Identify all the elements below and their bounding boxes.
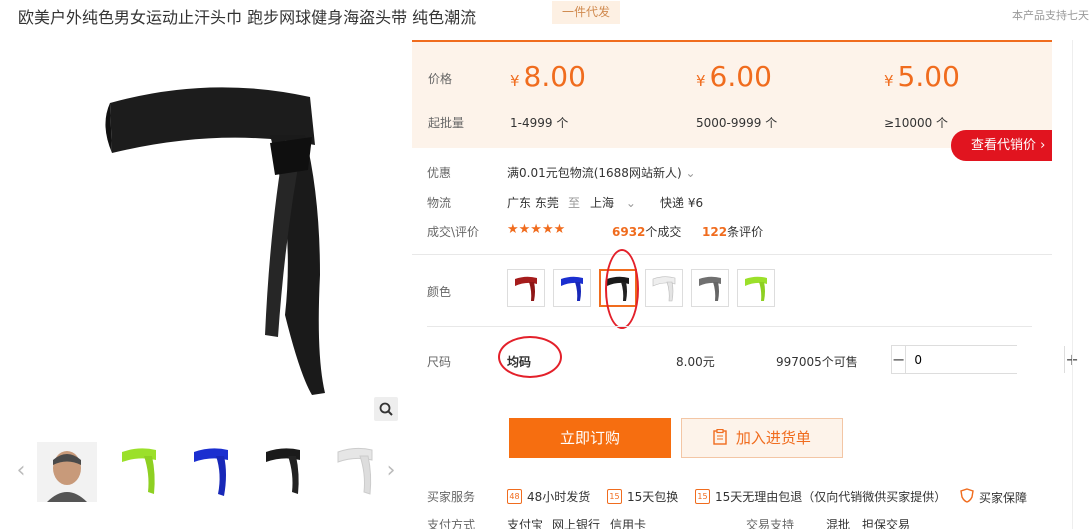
size-stock: 997005个可售 [776, 355, 858, 369]
thumbnail-black[interactable] [252, 442, 314, 502]
price-tier-1: ¥8.00 [510, 60, 586, 93]
zoom-icon[interactable] [374, 397, 398, 421]
min-qty-label: 起批量 [428, 116, 465, 130]
thumbnail-lime[interactable] [108, 442, 170, 502]
payment-netbank: 网上银行 [552, 518, 601, 529]
view-agent-price-button[interactable]: 查看代销价 › [951, 130, 1052, 161]
service-label: 买家服务 [427, 490, 476, 504]
trade-mixed: 混批 [826, 518, 851, 529]
thumb-next-arrow-icon[interactable]: › [384, 458, 398, 484]
express-fee: 快递 ¥6 [660, 196, 704, 210]
color-swatch-lime[interactable] [737, 269, 775, 307]
quantity-input[interactable] [905, 346, 1066, 373]
logistics-to-word: 至 [568, 196, 581, 210]
trade-support-label: 交易支持 [746, 518, 795, 529]
annotation-circle [498, 336, 562, 378]
payment-label: 支付方式 [427, 518, 476, 529]
right-sidebar-edge [1072, 40, 1090, 529]
annotation-circle [605, 249, 639, 329]
divider [427, 326, 1032, 327]
discount-label: 优惠 [427, 166, 452, 180]
exchange-15d-icon: 15 [607, 489, 622, 504]
service-15d-exchange[interactable]: 15 15天包换 [607, 488, 678, 505]
trade-escrow: 担保交易 [862, 518, 911, 529]
logistics-label: 物流 [427, 196, 452, 210]
price-label: 价格 [428, 72, 453, 86]
payment-credit-card: 信用卡 [610, 518, 647, 529]
logistics-destination-dropdown[interactable]: 上海 ⌄ [590, 194, 636, 211]
add-to-cart-button[interactable]: 加入进货单 [681, 418, 843, 458]
quantity-stepper[interactable]: − + [891, 345, 1079, 374]
price-tier-3: ¥5.00 [884, 60, 960, 93]
thumbnail-blue[interactable] [180, 442, 242, 502]
color-swatch-blue[interactable] [553, 269, 591, 307]
chevron-down-icon: ⌄ [625, 196, 636, 210]
logistics-from: 广东 东莞 [507, 196, 559, 210]
shield-icon [960, 488, 974, 506]
service-15d-return[interactable]: 15 15天无理由包退（仅向代销微供买家提供） [695, 488, 946, 505]
discount-dropdown[interactable]: 满0.01元包物流(1688网站新人) ⌄ [507, 164, 696, 181]
divider [412, 254, 1052, 255]
color-swatch-white[interactable] [645, 269, 683, 307]
support-notice: 本产品支持七天 [1012, 9, 1089, 22]
thumbnail-white[interactable] [324, 442, 386, 502]
color-swatch-red[interactable] [507, 269, 545, 307]
thumb-prev-arrow-icon[interactable]: ‹ [14, 458, 28, 484]
review-count[interactable]: 122条评价 [702, 223, 763, 240]
range-tier-1: 1-4999 个 [510, 116, 569, 130]
color-label: 颜色 [427, 285, 452, 299]
order-now-button[interactable]: 立即订购 [509, 418, 671, 458]
clipboard-icon [713, 428, 736, 447]
return-15d-icon: 15 [695, 489, 710, 504]
product-title: 欧美户外纯色男女运动止汗头巾 跑步网球健身海盗头带 纯色潮流 [18, 8, 477, 27]
rating-stars: ★★★★★ [507, 222, 566, 237]
color-swatch-gray[interactable] [691, 269, 729, 307]
main-product-image [80, 75, 340, 405]
dropship-tag: 一件代发 [552, 1, 620, 24]
payment-alipay: 支付宝 [507, 518, 544, 529]
price-panel: 价格 起批量 ¥8.00 1-4999 个 ¥6.00 5000-9999 个 … [412, 40, 1052, 148]
decrease-button[interactable]: − [892, 346, 906, 373]
deal-count[interactable]: 6932个成交 [612, 223, 681, 240]
chevron-down-icon: ⌄ [685, 166, 696, 180]
price-tier-2: ¥6.00 [696, 60, 772, 93]
service-48h[interactable]: 48 48小时发货 [507, 488, 590, 505]
deals-label: 成交\评价 [427, 225, 480, 239]
shipping-48h-icon: 48 [507, 489, 522, 504]
thumbnail-model[interactable] [36, 442, 98, 502]
range-tier-2: 5000-9999 个 [696, 116, 778, 130]
size-price: 8.00元 [676, 355, 715, 369]
service-buyer-protection[interactable]: 买家保障 [960, 488, 1027, 506]
size-label: 尺码 [427, 355, 452, 369]
range-tier-3: ≥10000 个 [884, 116, 949, 130]
